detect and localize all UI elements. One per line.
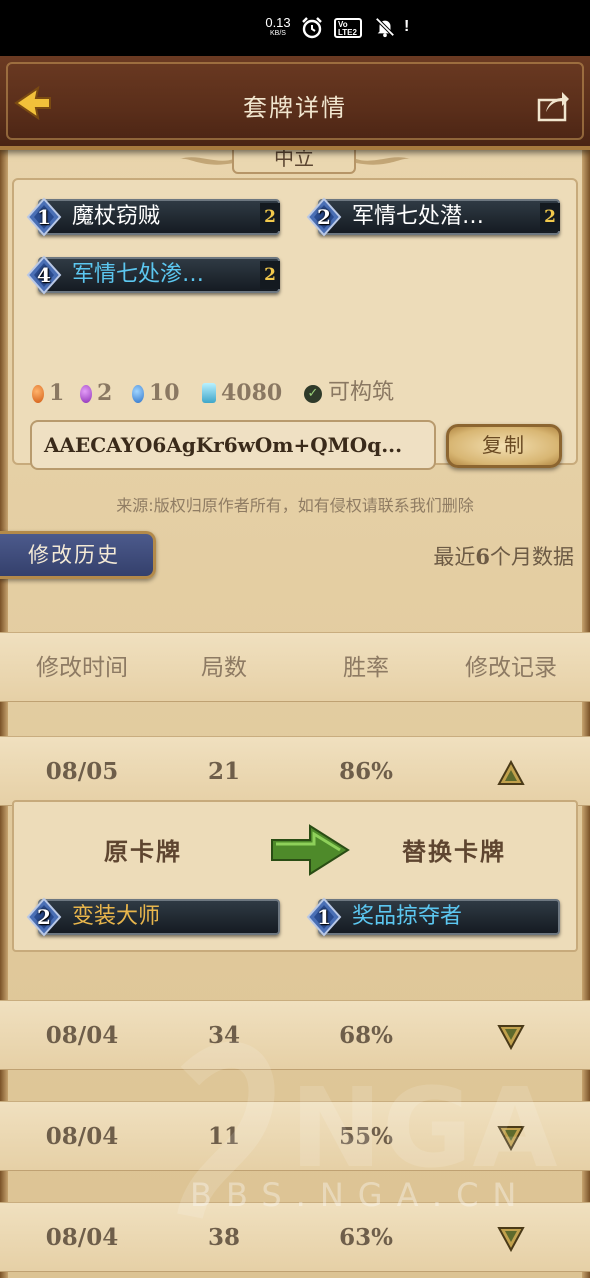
recent-number: 6 [475, 544, 490, 569]
page-title: 套牌详情 [243, 94, 347, 122]
row-trend [436, 1001, 586, 1071]
source-note: 来源:版权归原作者所有，如有侵权请联系我们删除 [116, 496, 474, 515]
card-count: 2 [260, 261, 280, 289]
row-winrate: 55% [339, 1123, 393, 1150]
row-date: 08/05 [45, 758, 119, 785]
signal-alert-icon: ! [404, 18, 410, 35]
history-tab[interactable]: 修改历史 [0, 531, 156, 579]
card-count: 2 [260, 203, 280, 231]
expand-up-triangle-icon[interactable] [497, 759, 525, 787]
history-row[interactable]: 08/04 11 55% [0, 1101, 590, 1171]
card-entry[interactable]: 1 魔杖窃贼 2 [24, 196, 286, 238]
row-trend [436, 1102, 586, 1172]
dust-cost: 4080 [202, 378, 282, 408]
check-icon: ✓ [304, 385, 322, 403]
rare-gem-icon [132, 385, 144, 403]
dust-vial-icon [202, 383, 216, 403]
column-header: 修改记录 [465, 655, 557, 681]
legendary-gem-icon [32, 385, 44, 403]
row-date: 08/04 [45, 1022, 119, 1049]
recent-data-label: 最近6个月数据 [433, 541, 574, 571]
column-header: 修改时间 [36, 655, 128, 681]
replace-arrow-icon [271, 824, 350, 876]
deck-card-panel: 1 魔杖窃贼 2 2 军情七处潜… 2 4 军情七处渗… 2 1 2 10 40… [12, 178, 578, 470]
card-cost: 1 [37, 205, 51, 229]
dust-cost-value: 4080 [221, 380, 283, 406]
column-header: 胜率 [343, 655, 389, 681]
network-speed-value: 0.13 [265, 15, 291, 30]
share-icon[interactable] [536, 88, 570, 122]
card-name: 奖品掠夺者 [352, 904, 463, 929]
legendary-count-value: 1 [49, 380, 65, 406]
rare-count-value: 10 [149, 380, 180, 406]
buildable-label: 可构筑 [328, 380, 395, 405]
row-games: 11 [207, 1123, 240, 1150]
card-name: 军情七处渗… [72, 262, 205, 287]
expand-down-triangle-icon[interactable] [497, 1023, 525, 1051]
card-name: 魔杖窃贼 [72, 204, 161, 229]
epic-count-value: 2 [97, 380, 113, 406]
legendary-count: 1 [32, 378, 64, 408]
row-winrate: 68% [339, 1022, 393, 1049]
card-cost: 4 [37, 263, 51, 287]
flourish-right-icon [356, 157, 410, 165]
deck-detail-page: 1 魔杖窃贼 2 2 军情七处潜… 2 4 军情七处渗… 2 1 2 10 40… [0, 56, 590, 1278]
deck-code-field[interactable]: AAECAYO6AgKr6wOm+QMOq... [30, 420, 436, 470]
row-games: 34 [207, 1022, 240, 1049]
change-detail-panel: 原卡牌 替换卡牌 2 变装大师 1 奖品掠夺者 [12, 800, 578, 952]
card-cost: 2 [317, 205, 331, 229]
row-winrate: 63% [339, 1224, 393, 1251]
row-trend [436, 737, 586, 807]
history-row[interactable]: 08/04 34 68% [0, 1000, 590, 1070]
card-cost: 2 [37, 905, 51, 929]
rare-count: 10 [132, 378, 180, 408]
row-date: 08/04 [45, 1123, 119, 1150]
epic-gem-icon [80, 385, 92, 403]
notifications-muted-icon [375, 17, 395, 38]
card-name: 军情七处潜… [352, 204, 485, 229]
card-count: 2 [540, 203, 560, 231]
row-games: 38 [207, 1224, 240, 1251]
network-speed-unit: KB/S [270, 30, 286, 37]
history-table-header: 修改时间 局数 胜率 修改记录 [0, 632, 590, 702]
column-header: 局数 [201, 655, 247, 681]
network-speed: 0.13 KB/S [263, 16, 293, 37]
card-cost: 1 [317, 905, 331, 929]
history-row[interactable]: 08/05 21 86% [0, 736, 590, 806]
flourish-left-icon [180, 157, 234, 165]
card-entry[interactable]: 2 军情七处潜… 2 [304, 196, 566, 238]
row-trend [436, 1203, 586, 1273]
alarm-icon [302, 17, 322, 39]
original-card[interactable]: 2 变装大师 [24, 896, 286, 938]
copy-button[interactable]: 复制 [446, 424, 562, 468]
card-entry[interactable]: 4 军情七处渗… 2 [24, 254, 286, 296]
recent-suffix: 个月数据 [490, 545, 574, 569]
history-row[interactable]: 08/04 38 63% [0, 1202, 590, 1272]
card-name: 变装大师 [72, 904, 161, 929]
app-header: 套牌详情 [0, 56, 590, 150]
row-date: 08/04 [45, 1224, 119, 1251]
recent-prefix: 最近 [433, 545, 476, 569]
expand-down-triangle-icon[interactable] [497, 1124, 525, 1152]
row-games: 21 [207, 758, 240, 785]
volte-bottom-text: LTE2 [338, 28, 357, 37]
status-bar: 0.13 KB/S Vo LTE2 ! [0, 0, 590, 56]
volte-icon: Vo LTE2 [334, 18, 362, 38]
original-card-label: 原卡牌 [104, 838, 182, 866]
replacement-card[interactable]: 1 奖品掠夺者 [304, 896, 566, 938]
buildable-status: ✓ 可构筑 [304, 378, 394, 408]
epic-count: 2 [80, 378, 112, 408]
row-winrate: 86% [339, 758, 393, 785]
replacement-card-label: 替换卡牌 [402, 838, 506, 866]
expand-down-triangle-icon[interactable] [497, 1225, 525, 1253]
